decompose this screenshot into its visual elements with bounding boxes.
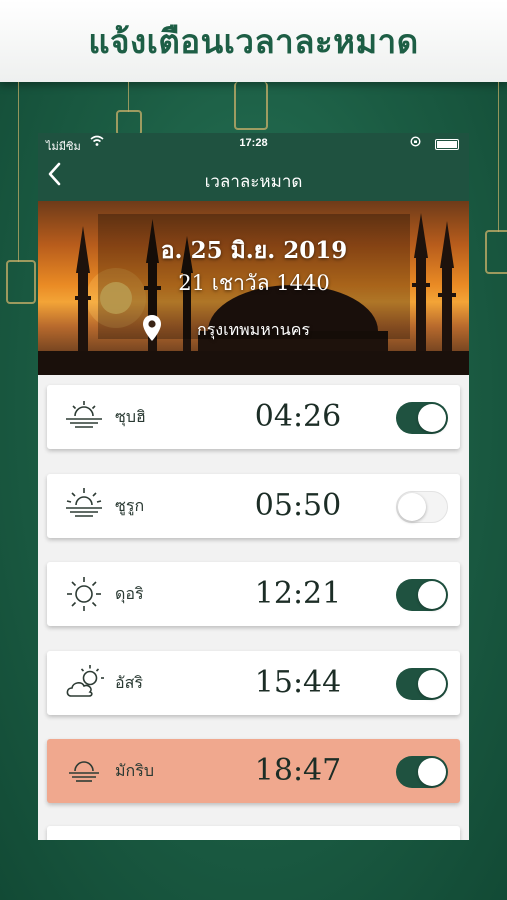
status-bar: ไม่มีซิม 17:28 xyxy=(38,133,469,155)
prayer-time: 04:26 xyxy=(254,399,342,434)
prayer-name: อัสริ xyxy=(115,673,143,692)
hijri-date: 21 เชาวัล 1440 xyxy=(178,271,330,295)
prayer-card-maghrib: มักริบ 18:47 xyxy=(47,739,460,803)
alert-toggle[interactable] xyxy=(396,579,448,611)
prayer-name: ดุอริ xyxy=(115,584,144,603)
battery-icon xyxy=(435,139,459,150)
phone-screen: ไม่มีซิม 17:28 เวลาละหมาด อ. 25 มิ.ย. 20… xyxy=(38,133,469,840)
prayer-time: 15:44 xyxy=(254,665,342,700)
prayer-name: ซูรูก xyxy=(115,496,145,515)
partly-cloudy-icon xyxy=(65,664,105,704)
banner: แจ้งเตือนเวลาละหมาด xyxy=(0,0,507,82)
alert-toggle[interactable] xyxy=(396,402,448,434)
prayer-card-asr: อัสริ 15:44 xyxy=(47,651,460,715)
banner-title: แจ้งเตือนเวลาละหมาด xyxy=(88,21,419,61)
sunrise-rays-icon xyxy=(65,487,103,527)
location-label: กรุงเทพมหานคร xyxy=(197,320,310,339)
date-header: อ. 25 มิ.ย. 2019 21 เชาวัล 1440 กรุงเทพม… xyxy=(38,201,469,375)
prayer-time: 18:47 xyxy=(254,753,342,788)
prayer-name: มักริบ xyxy=(115,761,154,780)
alert-toggle[interactable] xyxy=(396,491,448,523)
sun-icon xyxy=(65,575,103,617)
nav-title: เวลาละหมาด xyxy=(204,172,303,192)
prayer-name: ซุบฮิ xyxy=(115,407,146,426)
status-time: 17:28 xyxy=(239,137,268,149)
prayer-time: 12:21 xyxy=(254,576,342,611)
prayer-card-subh: ซุบฮิ 04:26 xyxy=(47,385,460,449)
prayer-time: 05:50 xyxy=(254,488,342,523)
prayer-card-isha xyxy=(47,826,460,840)
sunrise-icon xyxy=(65,398,103,438)
sunset-icon xyxy=(65,752,103,792)
gregorian-date: อ. 25 มิ.ย. 2019 xyxy=(160,237,348,264)
prayer-card-shuruq: ซูรูก 05:50 xyxy=(47,474,460,538)
alert-toggle[interactable] xyxy=(396,668,448,700)
prayer-card-dhuhr: ดุอริ 12:21 xyxy=(47,562,460,626)
alert-toggle[interactable] xyxy=(396,756,448,788)
nav-bar: เวลาละหมาด xyxy=(38,155,469,201)
rotation-lock-icon xyxy=(410,136,421,150)
